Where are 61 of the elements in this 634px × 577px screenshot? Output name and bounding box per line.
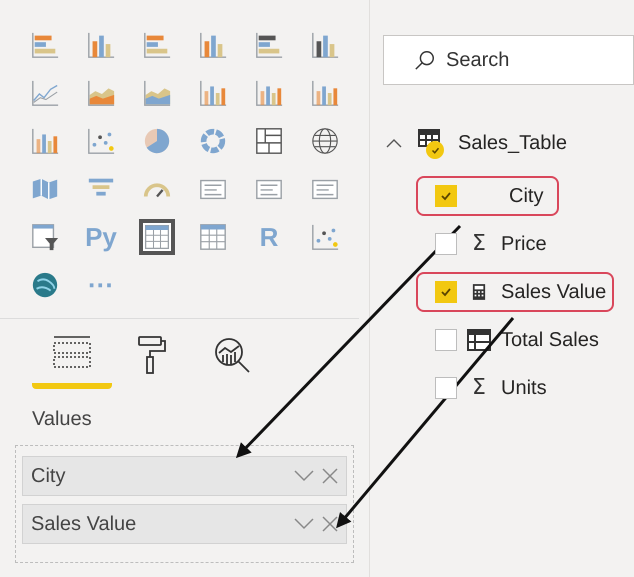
field-name: Sales Value <box>501 280 606 305</box>
bar-chart-icon <box>254 30 284 60</box>
field-name: Price <box>501 232 547 257</box>
table-icon <box>143 222 171 252</box>
table-icon <box>198 222 228 252</box>
combo-chart-icon <box>30 126 60 156</box>
bar-chart-icon <box>30 30 60 60</box>
field-row[interactable]: Σ Price <box>416 224 555 264</box>
area-chart-icon <box>86 78 116 108</box>
column-chart-icon <box>310 30 340 60</box>
search-input[interactable]: Search <box>446 45 596 75</box>
combo-chart-icon <box>254 78 284 108</box>
checkbox[interactable] <box>435 329 457 351</box>
globe-icon <box>310 126 340 156</box>
checkbox[interactable] <box>435 377 457 399</box>
field-pill[interactable]: City <box>22 456 347 496</box>
field-row[interactable]: Σ Units <box>416 368 555 408</box>
chevron-up-icon[interactable] <box>386 138 402 148</box>
field-pill[interactable]: Sales Value <box>22 504 347 544</box>
field-name: Total Sales <box>501 328 599 353</box>
pie-chart-icon <box>142 126 172 156</box>
sigma-icon: Σ <box>472 377 486 399</box>
checkbox[interactable] <box>435 281 457 303</box>
check-icon <box>440 190 452 202</box>
fields-icon <box>52 335 92 369</box>
column-chart-icon <box>198 30 228 60</box>
check-icon <box>440 286 452 298</box>
donut-chart-icon <box>198 126 228 156</box>
chevron-down-icon[interactable] <box>294 518 314 530</box>
search-field[interactable]: Search <box>383 35 634 85</box>
combo-chart-icon <box>310 78 340 108</box>
checkbox[interactable] <box>435 233 457 255</box>
table-icon <box>467 329 491 351</box>
line-chart-icon <box>30 78 60 108</box>
area-chart-icon <box>142 78 172 108</box>
field-name: City <box>31 464 66 489</box>
well-label: Values <box>31 407 93 429</box>
combo-chart-icon <box>198 78 228 108</box>
checkbox[interactable] <box>435 185 457 207</box>
field-row[interactable]: Sales Value <box>416 272 614 312</box>
visual-button[interactable] <box>139 219 175 255</box>
field-row[interactable]: City <box>416 176 560 216</box>
field-name: City <box>509 184 544 209</box>
scatter-icon <box>310 222 340 252</box>
paint-roller-icon <box>137 335 167 375</box>
treemap-icon <box>254 126 284 156</box>
analytics-icon <box>212 335 252 375</box>
table-name: Sales_Table <box>458 131 567 156</box>
column-chart-icon <box>86 30 116 60</box>
scatter-icon <box>86 126 116 156</box>
field-name: Sales Value <box>31 512 138 537</box>
chevron-down-icon[interactable] <box>294 470 314 482</box>
calculator-icon <box>472 283 486 301</box>
sigma-icon: Σ <box>472 233 486 255</box>
bar-chart-icon <box>142 30 172 60</box>
field-name: Units <box>501 376 547 401</box>
search-icon <box>414 49 436 71</box>
close-icon[interactable] <box>322 516 338 532</box>
slicer-icon <box>30 222 60 252</box>
globe-icon <box>30 270 60 300</box>
field-row[interactable]: Total Sales <box>416 320 607 360</box>
